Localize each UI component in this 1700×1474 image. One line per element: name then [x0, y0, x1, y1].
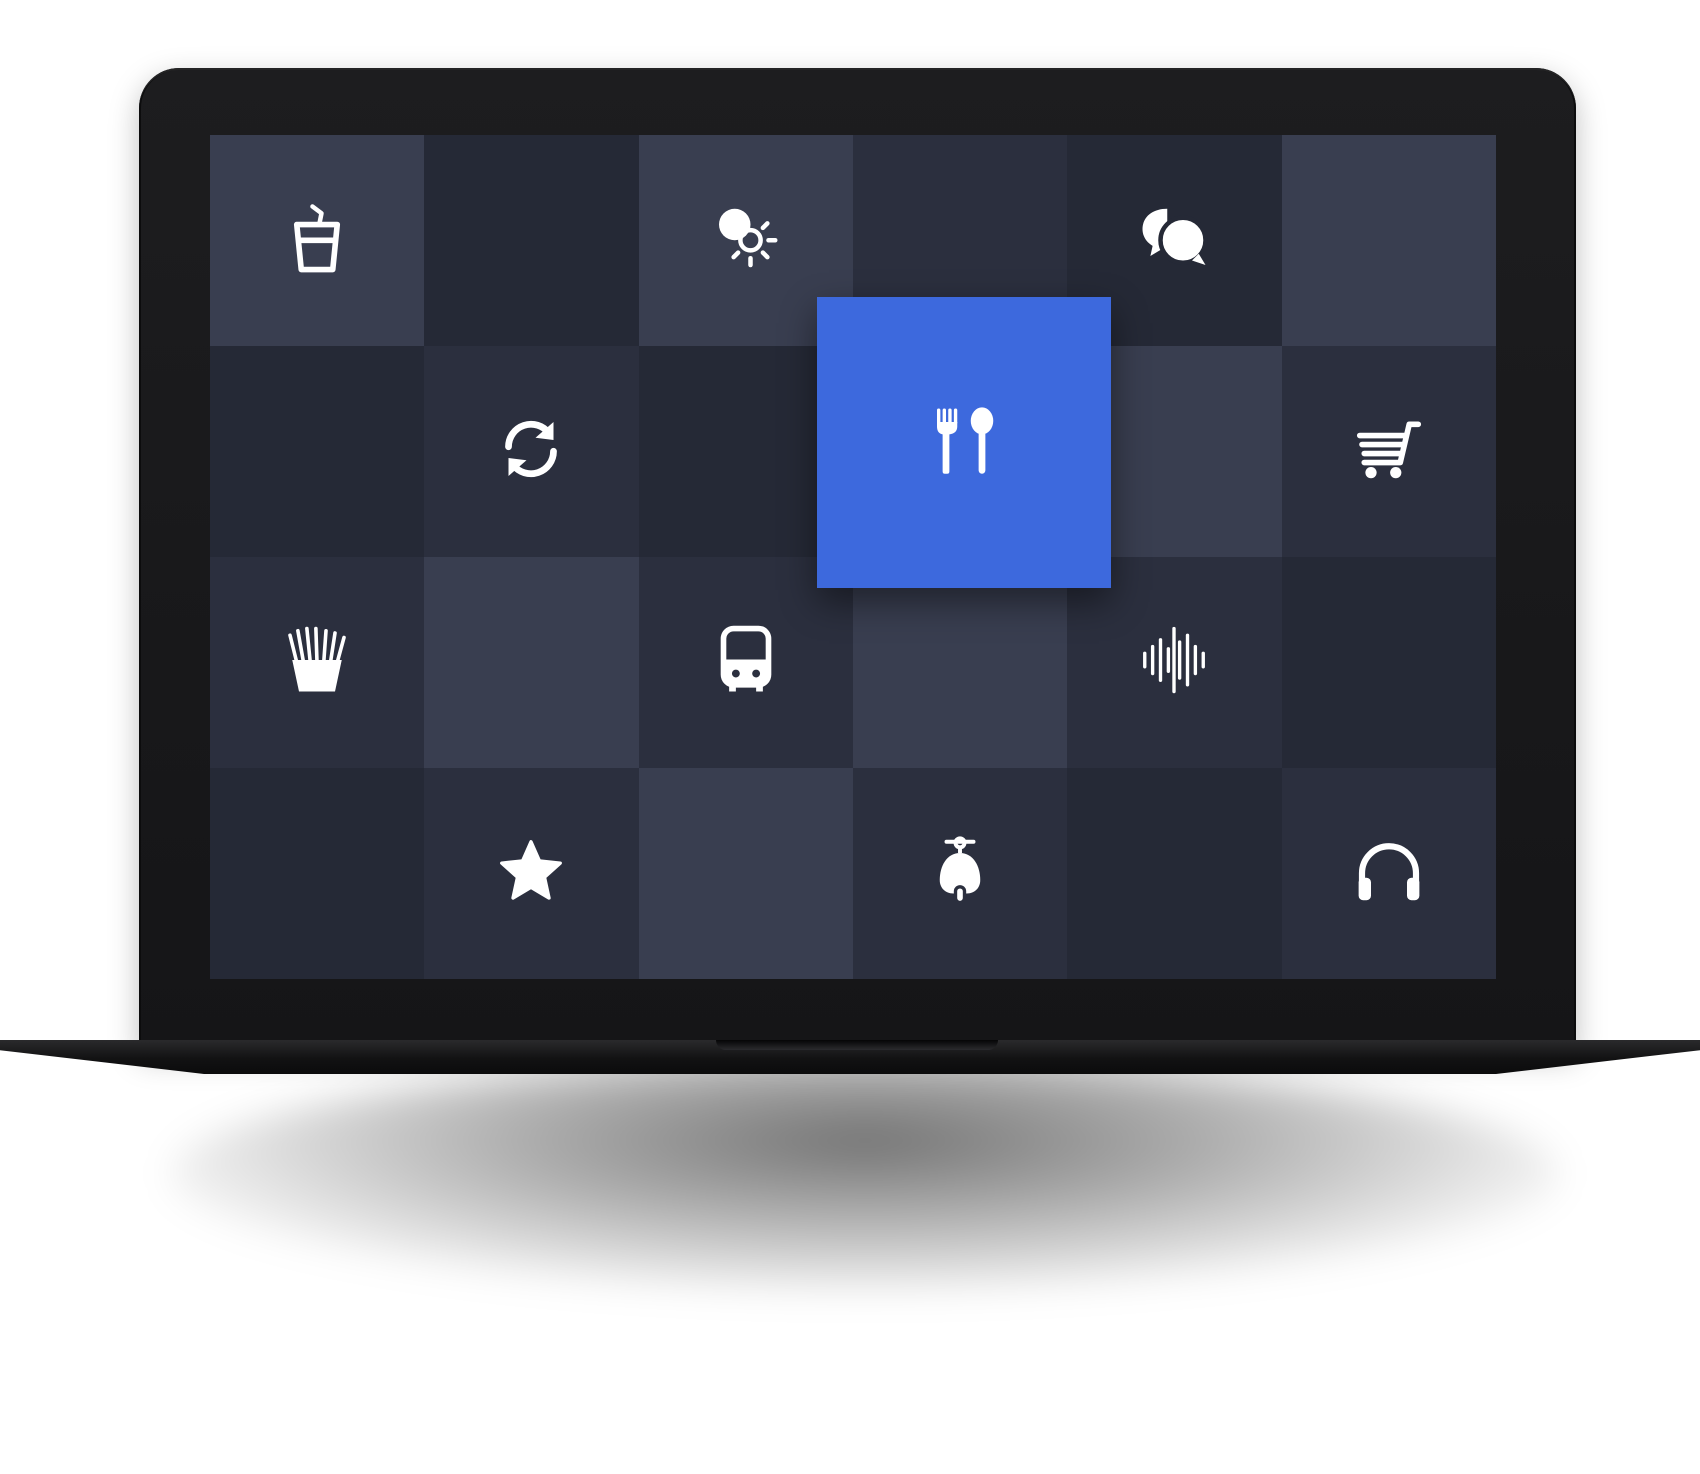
tile-empty: [424, 557, 639, 768]
day-night-icon: [710, 202, 782, 279]
tile-empty: [638, 768, 853, 979]
tile-bus[interactable]: [638, 557, 853, 768]
tile-empty: [1067, 768, 1282, 979]
selected-tile[interactable]: [817, 297, 1111, 588]
tile-empty: [424, 135, 639, 346]
tile-french-fries[interactable]: [210, 557, 425, 768]
tile-empty: [1281, 135, 1496, 346]
chat-bubbles-icon: [1138, 202, 1210, 279]
sound-wave-icon: [1138, 624, 1210, 701]
tile-shopping-cart[interactable]: [1281, 346, 1496, 557]
tile-sound-wave[interactable]: [1067, 557, 1282, 768]
scooter-icon: [924, 835, 996, 912]
star-icon: [495, 835, 567, 912]
tile-empty: [1281, 557, 1496, 768]
fork-spoon-icon: [928, 404, 1000, 481]
headphones-icon: [1353, 835, 1425, 912]
tile-drink-cup[interactable]: [210, 135, 425, 346]
tile-refresh[interactable]: [424, 346, 639, 557]
bus-icon: [710, 624, 782, 701]
laptop-shadow: [170, 1060, 1560, 1290]
tile-empty: [852, 557, 1068, 768]
shopping-cart-icon: [1353, 413, 1425, 490]
tile-headphones[interactable]: [1281, 768, 1496, 979]
drink-cup-icon: [281, 202, 353, 279]
refresh-icon: [495, 413, 567, 490]
tile-star[interactable]: [424, 768, 639, 979]
stage: [0, 0, 1700, 1474]
laptop-notch: [716, 1040, 998, 1050]
tile-empty: [210, 768, 425, 979]
tile-scooter[interactable]: [852, 768, 1068, 979]
french-fries-icon: [281, 624, 353, 701]
tile-empty: [210, 346, 425, 557]
